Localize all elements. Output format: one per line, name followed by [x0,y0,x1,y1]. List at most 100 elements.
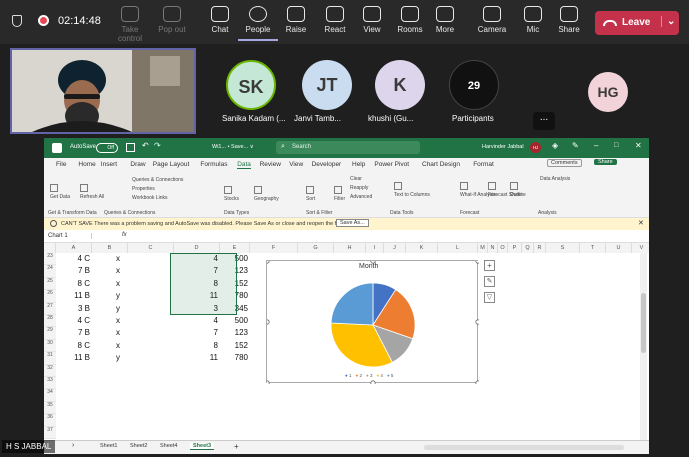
table-cell[interactable] [222,377,248,389]
ribbon-command-advanced[interactable]: Advanced [350,194,372,200]
table-cell[interactable]: 4 C [58,253,90,265]
diamond-icon[interactable]: ◈ [552,141,558,150]
table-cell[interactable]: 4 [176,315,218,327]
table-cell[interactable] [58,414,90,426]
column-header[interactable]: Q [522,243,534,253]
table-cell[interactable]: 4 C [58,315,90,327]
table-cell[interactable] [222,402,248,414]
row-header[interactable]: 27 [44,302,56,315]
column-header[interactable]: R [534,243,546,253]
leave-button[interactable]: Leave ⌄ [595,11,679,35]
rooms-button[interactable]: Rooms [390,6,430,34]
table-cell[interactable]: x [116,253,158,265]
table-cell[interactable]: 11 B [58,290,90,302]
table-cell[interactable] [58,402,90,414]
user-avatar[interactable]: HJ [530,142,541,153]
table-cell[interactable]: x [116,327,158,339]
ribbon-command-reapply[interactable]: Reapply [350,185,368,191]
row-header[interactable]: 35 [44,401,56,415]
sheet-tab[interactable]: Sheet2 [130,443,147,449]
column-header[interactable]: M [478,243,488,253]
row-header[interactable]: 26 [44,290,56,303]
column-header[interactable]: O [498,243,508,253]
row-header[interactable]: 30 [44,339,56,353]
more-button[interactable]: More [425,6,465,34]
ribbon-tab-data[interactable]: Data [237,161,251,169]
table-cell[interactable]: 7 [176,327,218,339]
share-button[interactable]: Share [594,159,617,165]
sheet-tab[interactable]: Sheet4 [160,443,177,449]
chart-elements-icon[interactable]: + [484,260,495,271]
table-cell[interactable] [116,377,158,389]
table-cell[interactable]: 8 C [58,278,90,290]
column-header[interactable]: V [632,243,649,253]
row-header[interactable]: 31 [44,352,56,365]
take-control-button[interactable]: Take control [110,6,150,43]
table-cell[interactable]: 152 [222,340,248,352]
chart-area[interactable]: Month ● 1 ● 2 ● 3 ● 4 ● 5 [266,260,479,384]
close-icon[interactable]: ✕ [635,141,642,150]
column-header[interactable]: G [298,243,334,253]
formula-input[interactable] [134,232,634,241]
vertical-scrollbar[interactable] [640,253,647,440]
table-cell[interactable] [116,427,158,439]
column-header[interactable]: K [406,243,438,253]
ribbon-command-refresh-all[interactable]: Refresh All [80,194,104,200]
save-icon[interactable] [126,143,135,152]
table-cell[interactable] [116,414,158,426]
table-cell[interactable] [58,389,90,401]
column-header[interactable]: U [606,243,632,253]
participant-avatar[interactable]: K [375,60,425,110]
spreadsheet-grid[interactable]: ABCDEFGHIJKLMNOPQRSTUV 23 4 Cx 4 500 24 7 Bx7… [44,243,649,440]
table-cell[interactable]: x [116,265,158,277]
table-cell[interactable] [176,414,218,426]
people-button[interactable]: People [238,6,278,41]
row-header[interactable]: 33 [44,377,56,390]
autosave-toggle[interactable]: Off [96,143,118,153]
comments-button[interactable]: Comments [547,159,582,167]
resize-handle[interactable] [370,261,376,264]
chart-filters-icon[interactable]: ▽ [484,292,495,303]
ribbon-tab-review[interactable]: Review [260,161,281,168]
ribbon-command-get-data[interactable]: Get Data [50,194,70,200]
ribbon-tab-file[interactable]: File [56,161,66,168]
row-header[interactable]: 29 [44,327,56,340]
ribbon-tab-insert[interactable]: Insert [101,161,117,168]
resize-handle[interactable] [267,380,270,384]
table-cell[interactable]: 123 [222,327,248,339]
table-cell[interactable]: x [116,278,158,290]
table-cell[interactable] [176,377,218,389]
table-cell[interactable] [58,427,90,439]
table-cell[interactable]: y [116,290,158,302]
row-header[interactable]: 23 [44,253,56,266]
select-all-corner[interactable] [44,243,56,253]
ribbon-command-sort[interactable]: Sort [306,196,315,202]
row-header[interactable]: 25 [44,277,56,291]
ribbon-command-text-to-columns[interactable]: Text to Columns [394,192,430,198]
ribbon-tab-page-layout[interactable]: Page Layout [153,161,190,168]
table-cell[interactable] [176,389,218,401]
ribbon-tab-formulas[interactable]: Formulas [200,161,227,168]
table-cell[interactable] [222,414,248,426]
search-box[interactable]: ⌕ Search [276,141,420,154]
ribbon-command-stocks[interactable]: Stocks [224,196,239,202]
column-header[interactable]: N [488,243,498,253]
table-cell[interactable]: 500 [222,315,248,327]
redo-icon[interactable]: ↷ [154,141,161,150]
raise-button[interactable]: Raise [276,6,316,34]
table-cell[interactable]: y [116,352,158,364]
save-as-button[interactable]: Save As... [336,219,369,227]
ribbon-command-clear[interactable]: Clear [350,176,362,182]
resize-handle[interactable] [267,319,270,325]
resize-handle[interactable] [267,261,270,264]
table-cell[interactable]: 11 [176,352,218,364]
chevron-down-icon[interactable]: ⌄ [661,16,675,27]
ribbon-command-outline[interactable]: Outline [510,192,526,198]
more-participants-button[interactable]: ... [533,112,555,130]
column-header[interactable]: T [580,243,606,253]
filename[interactable]: Wi1... • Save... ∨ [212,144,254,150]
participant-avatar[interactable]: JT [302,60,352,110]
table-cell[interactable]: 3 B [58,303,90,315]
table-cell[interactable] [222,427,248,439]
ribbon-command-properties[interactable]: Properties [132,186,155,192]
